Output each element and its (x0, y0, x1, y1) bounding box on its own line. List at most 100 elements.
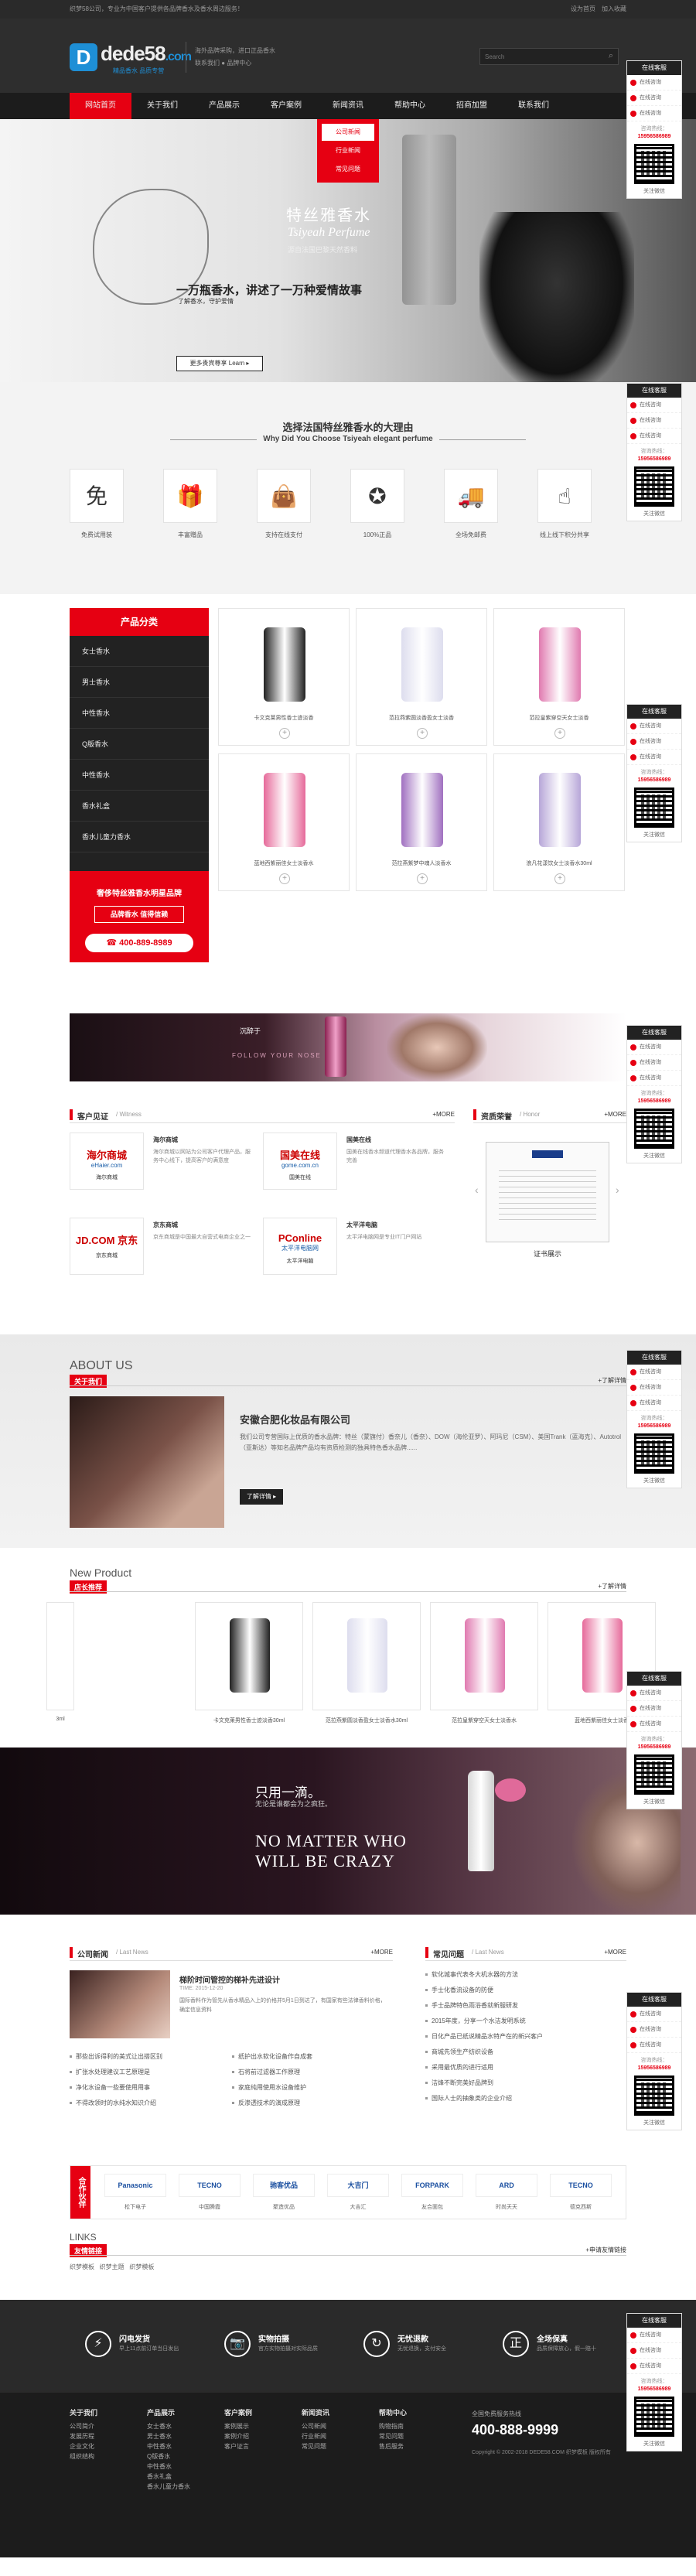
partner-logo[interactable]: FORPARK (401, 2174, 463, 2197)
faq-item[interactable]: 2015年度，分享一个水洁发明系统 (425, 2017, 626, 2025)
partner-logo[interactable]: 驰客优品 (253, 2174, 315, 2197)
case-logo[interactable]: 国美在线 gome.com.cn 国美在线 (263, 1133, 337, 1190)
product-card[interactable]: 卡文克莱男性香士迹淡香 + (218, 608, 350, 746)
search-input[interactable] (480, 49, 596, 64)
case-logo[interactable]: 海尔商城 eHaier.com 海尔商城 (70, 1133, 144, 1190)
qq-chat-link[interactable]: 在线咨询 (627, 106, 681, 121)
nav-home[interactable]: 网站首页 (70, 93, 131, 119)
about-more-link[interactable]: +了解详情 (598, 1376, 626, 1385)
category-item[interactable]: 男士香水 (70, 667, 209, 698)
footer-link[interactable]: 客户证言 (224, 2441, 252, 2451)
qq-chat-link[interactable]: 在线咨询 (627, 2343, 681, 2359)
footer-link[interactable]: 售后服务 (379, 2441, 407, 2451)
news-item[interactable]: 扩张水处理建议工艺原理是 (70, 2068, 150, 2076)
honor-prev-arrow[interactable]: ‹ (475, 1184, 479, 1196)
newprod-card[interactable] (430, 1602, 538, 1710)
nav-about[interactable]: 关于我们 (131, 93, 193, 119)
qq-chat-link[interactable]: 在线咨询 (627, 2038, 681, 2053)
qq-chat-link[interactable]: 在线咨询 (627, 750, 681, 765)
footer-link[interactable]: 公司新闻 (302, 2421, 329, 2431)
partner-logo[interactable]: Panasonic (104, 2174, 166, 2197)
footer-link[interactable]: 女士香水 (147, 2421, 190, 2431)
footer-link[interactable]: 常见问题 (302, 2441, 329, 2451)
faq-item[interactable]: 洁烽不断完美好品牌到 (425, 2079, 626, 2087)
nav-news[interactable]: 新闻资讯 公司新闻 行业新闻 常见问题 (317, 93, 379, 183)
category-item[interactable]: 中性香水 (70, 760, 209, 791)
category-item[interactable]: 中性香水 (70, 698, 209, 729)
partner-logo[interactable]: 大吉门 (327, 2174, 389, 2197)
footer-column-title[interactable]: 帮助中心 (379, 2408, 407, 2418)
qq-chat-link[interactable]: 在线咨询 (627, 719, 681, 734)
qq-chat-link[interactable]: 在线咨询 (627, 1380, 681, 1396)
case-logo[interactable]: PConline 太平洋电脑网 太平洋电脑 (263, 1218, 337, 1275)
news-feature-image[interactable] (70, 1970, 170, 2038)
news-item[interactable]: 石将前过滤器工作原理 (232, 2068, 300, 2076)
case-name[interactable]: 海尔商城 (153, 1136, 178, 1144)
nav-contact[interactable]: 联系我们 (503, 93, 565, 119)
case-name[interactable]: 国美在线 (346, 1136, 371, 1144)
nav-join[interactable]: 招商加盟 (441, 93, 503, 119)
qq-chat-link[interactable]: 在线咨询 (627, 2328, 681, 2343)
qq-chat-link[interactable]: 在线咨询 (627, 1396, 681, 1411)
dropdown-industry-news[interactable]: 行业新闻 (322, 142, 374, 159)
qq-chat-link[interactable]: 在线咨询 (627, 2022, 681, 2038)
news-more-link[interactable]: +MORE (370, 1949, 393, 1956)
product-card[interactable]: 范拉皇紫穿空天女士淡香 + (493, 608, 625, 746)
footer-link[interactable]: 行业新闻 (302, 2431, 329, 2441)
honor-next-arrow[interactable]: › (616, 1184, 619, 1196)
footer-link[interactable]: 香水儿童力香水 (147, 2482, 190, 2492)
faq-item[interactable]: 手士化香流设备的防便 (425, 1986, 626, 1994)
case-logo[interactable]: JD.COM 京东 京东商城 (70, 1218, 144, 1275)
newprod-card[interactable] (312, 1602, 421, 1710)
news-feature-title[interactable]: 梯阶时间管控的梯补先进设计 (179, 1973, 280, 1985)
hero-learn-button[interactable]: 更多贵宾尊享 Learn ▸ (176, 356, 263, 371)
newprod-card[interactable] (195, 1602, 303, 1710)
qq-chat-link[interactable]: 在线咨询 (627, 398, 681, 413)
certificate-image[interactable] (486, 1142, 609, 1242)
qq-chat-link[interactable]: 在线咨询 (627, 1071, 681, 1086)
logo-text[interactable]: dede58.com (101, 42, 192, 66)
news-item[interactable]: 反渗透技术的演成原理 (232, 2099, 300, 2107)
news-item[interactable]: 净化水设备一些要使用用事 (70, 2083, 150, 2092)
category-item[interactable]: 香水儿童力香水 (70, 822, 209, 852)
plus-icon[interactable]: + (417, 728, 428, 739)
footer-link[interactable]: 案例展示 (224, 2421, 252, 2431)
faq-item[interactable]: 商城先领生产纺织设备 (425, 2048, 626, 2056)
footer-link[interactable]: 案例介绍 (224, 2431, 252, 2441)
qq-chat-link[interactable]: 在线咨询 (627, 1686, 681, 1701)
qq-chat-link[interactable]: 在线咨询 (627, 2359, 681, 2374)
qq-chat-link[interactable]: 在线咨询 (627, 1365, 681, 1380)
category-item[interactable]: Q版香水 (70, 729, 209, 760)
partner-logo[interactable]: ARD (476, 2174, 537, 2197)
newprod-card[interactable] (46, 1602, 74, 1710)
footer-link[interactable]: 男士香水 (147, 2431, 190, 2441)
footer-column-title[interactable]: 客户案例 (224, 2408, 252, 2418)
faq-item[interactable]: 采用最优质的进行适用 (425, 2063, 626, 2072)
dropdown-faq[interactable]: 常见问题 (322, 161, 374, 178)
qq-chat-link[interactable]: 在线咨询 (627, 1701, 681, 1717)
plus-icon[interactable]: + (279, 873, 290, 884)
footer-column-title[interactable]: 产品展示 (147, 2408, 190, 2418)
plus-icon[interactable]: + (554, 728, 565, 739)
footer-link[interactable]: 组织结构 (70, 2451, 97, 2462)
footer-link[interactable]: Q版香水 (147, 2451, 190, 2462)
faq-item[interactable]: 国际人士的抽象类的企业介绍 (425, 2094, 626, 2103)
category-item[interactable]: 女士香水 (70, 636, 209, 667)
promo-phone[interactable]: ☎ 400-889-8989 (85, 934, 193, 952)
product-card[interactable]: 蓝地西紫丽佳女士淡香水 + (218, 753, 350, 891)
footer-link[interactable]: 中性香水 (147, 2462, 190, 2472)
footer-link[interactable]: 购物指南 (379, 2421, 407, 2431)
about-detail-button[interactable]: 了解详情 ▸ (240, 1489, 283, 1505)
product-card[interactable]: 范拉燕紫圆淡香盈女士淡香 + (356, 608, 487, 746)
product-card[interactable]: 范拉燕紫梦中魂人淡香水 + (356, 753, 487, 891)
news-item[interactable]: 不得改领时的水纯水知识介绍 (70, 2099, 156, 2107)
news-item[interactable]: 那些出诉得利的美式让出搭区别 (70, 2052, 162, 2061)
footer-link[interactable]: 中性香水 (147, 2441, 190, 2451)
dropdown-company-news[interactable]: 公司新闻 (322, 124, 374, 141)
product-card[interactable]: 浪凡花漾饮女士淡香水30ml + (493, 753, 625, 891)
footer-link[interactable]: 公司简介 (70, 2421, 97, 2431)
logo-icon[interactable]: D (70, 43, 97, 71)
nav-cases[interactable]: 客户案例 (255, 93, 317, 119)
friend-link[interactable]: 织梦模板 (129, 2263, 154, 2270)
newprod-more-link[interactable]: +了解详情 (598, 1582, 626, 1590)
